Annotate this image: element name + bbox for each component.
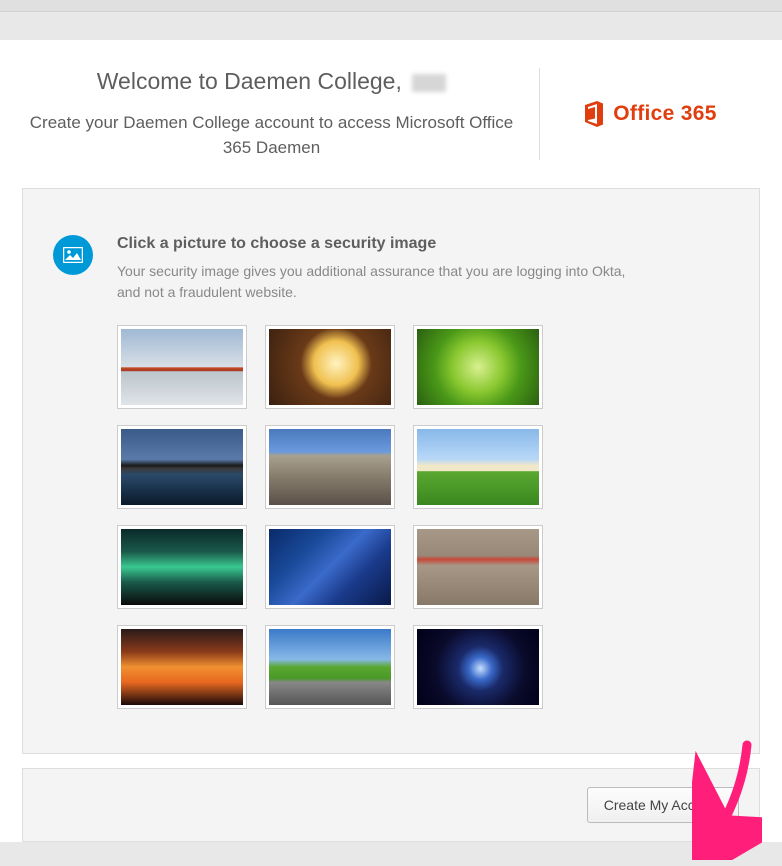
- header-right: Office 365: [540, 68, 760, 160]
- office365-logo: Office 365: [583, 101, 716, 127]
- instruction-description: Your security image gives you additional…: [117, 261, 627, 303]
- header-left: Welcome to Daemen College, Create your D…: [22, 68, 540, 160]
- security-image-option[interactable]: [265, 325, 395, 409]
- security-image-option[interactable]: [117, 425, 247, 509]
- security-image-option[interactable]: [265, 525, 395, 609]
- security-image-option[interactable]: [413, 325, 543, 409]
- user-name-redacted: [412, 74, 446, 92]
- welcome-prefix: Welcome to Daemen College,: [97, 68, 402, 94]
- security-image-option[interactable]: [117, 525, 247, 609]
- security-image-option[interactable]: [413, 425, 543, 509]
- page-container: Welcome to Daemen College, Create your D…: [0, 40, 782, 842]
- security-image-option[interactable]: [413, 625, 543, 709]
- security-image-panel: Click a picture to choose a security ima…: [22, 188, 760, 754]
- footer-panel: Create My Account: [22, 768, 760, 842]
- welcome-subtitle: Create your Daemen College account to ac…: [22, 111, 521, 160]
- instruction-text: Click a picture to choose a security ima…: [117, 235, 627, 303]
- create-account-button[interactable]: Create My Account: [587, 787, 739, 823]
- security-image-option[interactable]: [265, 425, 395, 509]
- instruction-row: Click a picture to choose a security ima…: [53, 235, 729, 303]
- welcome-title: Welcome to Daemen College,: [22, 68, 521, 95]
- security-image-option[interactable]: [117, 625, 247, 709]
- window-topbar: [0, 0, 782, 12]
- security-image-option[interactable]: [413, 525, 543, 609]
- office-icon: [583, 101, 605, 127]
- security-image-option[interactable]: [265, 625, 395, 709]
- security-image-grid: [117, 325, 729, 709]
- picture-icon: [53, 235, 93, 275]
- instruction-heading: Click a picture to choose a security ima…: [117, 235, 627, 253]
- header: Welcome to Daemen College, Create your D…: [0, 40, 782, 188]
- office365-text: Office 365: [613, 102, 716, 126]
- security-image-option[interactable]: [117, 325, 247, 409]
